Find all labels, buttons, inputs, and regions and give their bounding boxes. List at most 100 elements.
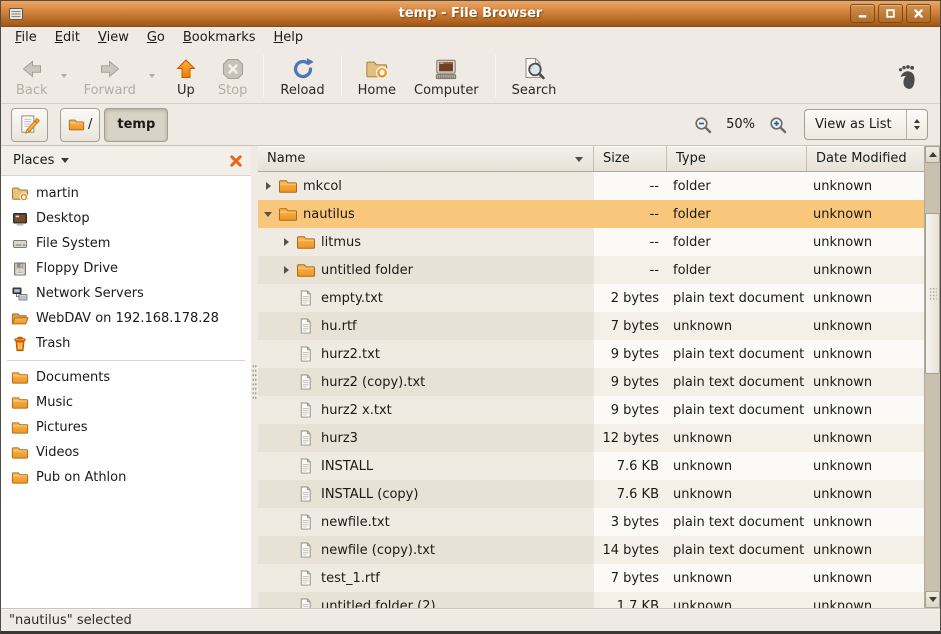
home-icon	[365, 57, 389, 81]
places-header[interactable]: Places	[1, 146, 251, 176]
expander-collapsed-icon[interactable]	[278, 238, 294, 246]
view-mode-select[interactable]: View as List	[804, 109, 928, 140]
table-row[interactable]: hu.rtf7 bytesunknownunknown	[258, 312, 924, 340]
file-type: folder	[667, 172, 807, 200]
file-type: plain text document	[667, 536, 807, 564]
home-button[interactable]: Home	[349, 52, 405, 100]
file-size: 1.7 KB	[594, 592, 667, 608]
table-row[interactable]: hurz312 bytesunknownunknown	[258, 424, 924, 452]
expander-collapsed-icon[interactable]	[260, 182, 276, 190]
menu-file[interactable]: File	[6, 29, 46, 46]
column-header-name[interactable]: Name	[258, 146, 594, 171]
close-sidebar-button[interactable]	[229, 154, 243, 168]
table-row[interactable]: mkcol--folderunknown	[258, 172, 924, 200]
table-row[interactable]: test_1.rtf7 bytesunknownunknown	[258, 564, 924, 592]
scroll-down-button[interactable]	[925, 591, 940, 608]
file-type: plain text document	[667, 284, 807, 312]
sidebar-item-trash[interactable]: Trash	[1, 331, 251, 356]
close-button[interactable]	[906, 4, 931, 23]
folder-icon	[11, 420, 29, 436]
file-name: litmus	[321, 235, 361, 250]
file-name: untitled folder	[321, 263, 413, 278]
file-name: hurz2 x.txt	[321, 403, 392, 418]
sidebar-item-file-system[interactable]: File System	[1, 231, 251, 256]
sidebar-item-webdav-on-192-168-178-28[interactable]: WebDAV on 192.168.178.28	[1, 306, 251, 331]
sidebar-item-music[interactable]: Music	[1, 390, 251, 415]
sidebar-item-martin[interactable]: martin	[1, 181, 251, 206]
zoom-out-icon[interactable]	[693, 115, 713, 135]
file-date-modified: unknown	[807, 284, 924, 312]
scroll-up-button[interactable]	[925, 146, 940, 163]
sidebar-item-label: Pub on Athlon	[36, 470, 126, 485]
reload-button[interactable]: Reload	[271, 52, 333, 100]
table-row[interactable]: INSTALL7.6 KBunknownunknown	[258, 452, 924, 480]
file-icon	[296, 485, 316, 503]
file-size: 7 bytes	[594, 564, 667, 592]
up-button[interactable]: Up	[163, 52, 209, 100]
menu-bookmarks[interactable]: Bookmarks	[174, 29, 265, 46]
sidebar-item-pictures[interactable]: Pictures	[1, 415, 251, 440]
desktop-icon	[11, 211, 29, 227]
file-type: unknown	[667, 312, 807, 340]
table-row[interactable]: litmus--folderunknown	[258, 228, 924, 256]
table-row[interactable]: empty.txt2 bytesplain text documentunkno…	[258, 284, 924, 312]
current-folder-label: temp	[117, 117, 155, 132]
titlebar[interactable]: temp - File Browser	[1, 1, 940, 27]
sidebar-item-label: File System	[36, 236, 110, 251]
menu-help[interactable]: Help	[265, 29, 313, 46]
file-name: nautilus	[303, 207, 355, 222]
sidebar-item-pub-on-athlon[interactable]: Pub on Athlon	[1, 465, 251, 490]
status-text: "nautilus" selected	[9, 613, 132, 628]
expander-collapsed-icon[interactable]	[278, 266, 294, 274]
column-header-type[interactable]: Type	[667, 146, 807, 171]
toolbar-button-label: Search	[512, 83, 557, 98]
scrollbar-track[interactable]	[925, 163, 940, 591]
computer-icon	[434, 57, 458, 81]
table-row[interactable]: nautilus--folderunknown	[258, 200, 924, 228]
chevron-down-icon	[914, 126, 920, 130]
sidebar-item-desktop[interactable]: Desktop	[1, 206, 251, 231]
maximize-icon	[885, 8, 896, 19]
menu-go[interactable]: Go	[138, 29, 174, 46]
table-row[interactable]: newfile (copy).txt14 bytesplain text doc…	[258, 536, 924, 564]
sidebar-item-floppy-drive[interactable]: Floppy Drive	[1, 256, 251, 281]
sidebar-item-videos[interactable]: Videos	[1, 440, 251, 465]
file-icon	[298, 345, 313, 363]
table-row[interactable]: newfile.txt3 bytesplain text documentunk…	[258, 508, 924, 536]
file-type: unknown	[667, 424, 807, 452]
file-name: mkcol	[303, 179, 342, 194]
sidebar-item-network-servers[interactable]: Network Servers	[1, 281, 251, 306]
search-button[interactable]: Search	[503, 52, 566, 100]
column-header-size[interactable]: Size	[594, 146, 667, 171]
file-icon	[296, 317, 316, 335]
maximize-button[interactable]	[878, 4, 903, 23]
computer-button[interactable]: Computer	[405, 52, 488, 100]
edit-location-button[interactable]	[11, 108, 48, 142]
minimize-button[interactable]	[850, 4, 875, 23]
table-row[interactable]: hurz2 x.txt9 bytesplain text documentunk…	[258, 396, 924, 424]
file-icon	[296, 513, 316, 531]
pane-splitter[interactable]	[251, 146, 258, 608]
table-row[interactable]: untitled folder (2)1.7 KBunknownunknown	[258, 592, 924, 608]
minimize-icon	[857, 8, 868, 19]
table-row[interactable]: hurz2.txt9 bytesplain text documentunkno…	[258, 340, 924, 368]
expander-expanded-icon[interactable]	[260, 212, 276, 217]
sidebar-item-documents[interactable]: Documents	[1, 365, 251, 390]
column-header-date-modified[interactable]: Date Modified	[807, 146, 924, 171]
file-icon	[298, 401, 313, 419]
table-row[interactable]: INSTALL (copy)7.6 KBunknownunknown	[258, 480, 924, 508]
zoom-in-icon[interactable]	[768, 115, 788, 135]
menu-view[interactable]: View	[89, 29, 138, 46]
table-row[interactable]: untitled folder--folderunknown	[258, 256, 924, 284]
scrollbar-thumb[interactable]	[925, 213, 940, 374]
root-path-button[interactable]: /	[60, 108, 100, 142]
file-size: 2 bytes	[594, 284, 667, 312]
forward-button: Forward	[75, 52, 145, 100]
vertical-scrollbar[interactable]	[924, 146, 940, 608]
table-row[interactable]: hurz2 (copy).txt9 bytesplain text docume…	[258, 368, 924, 396]
folder-icon	[11, 370, 29, 386]
file-size: 7 bytes	[594, 312, 667, 340]
current-folder-button[interactable]: temp	[104, 108, 168, 142]
folder-icon	[11, 420, 29, 436]
menu-edit[interactable]: Edit	[46, 29, 89, 46]
